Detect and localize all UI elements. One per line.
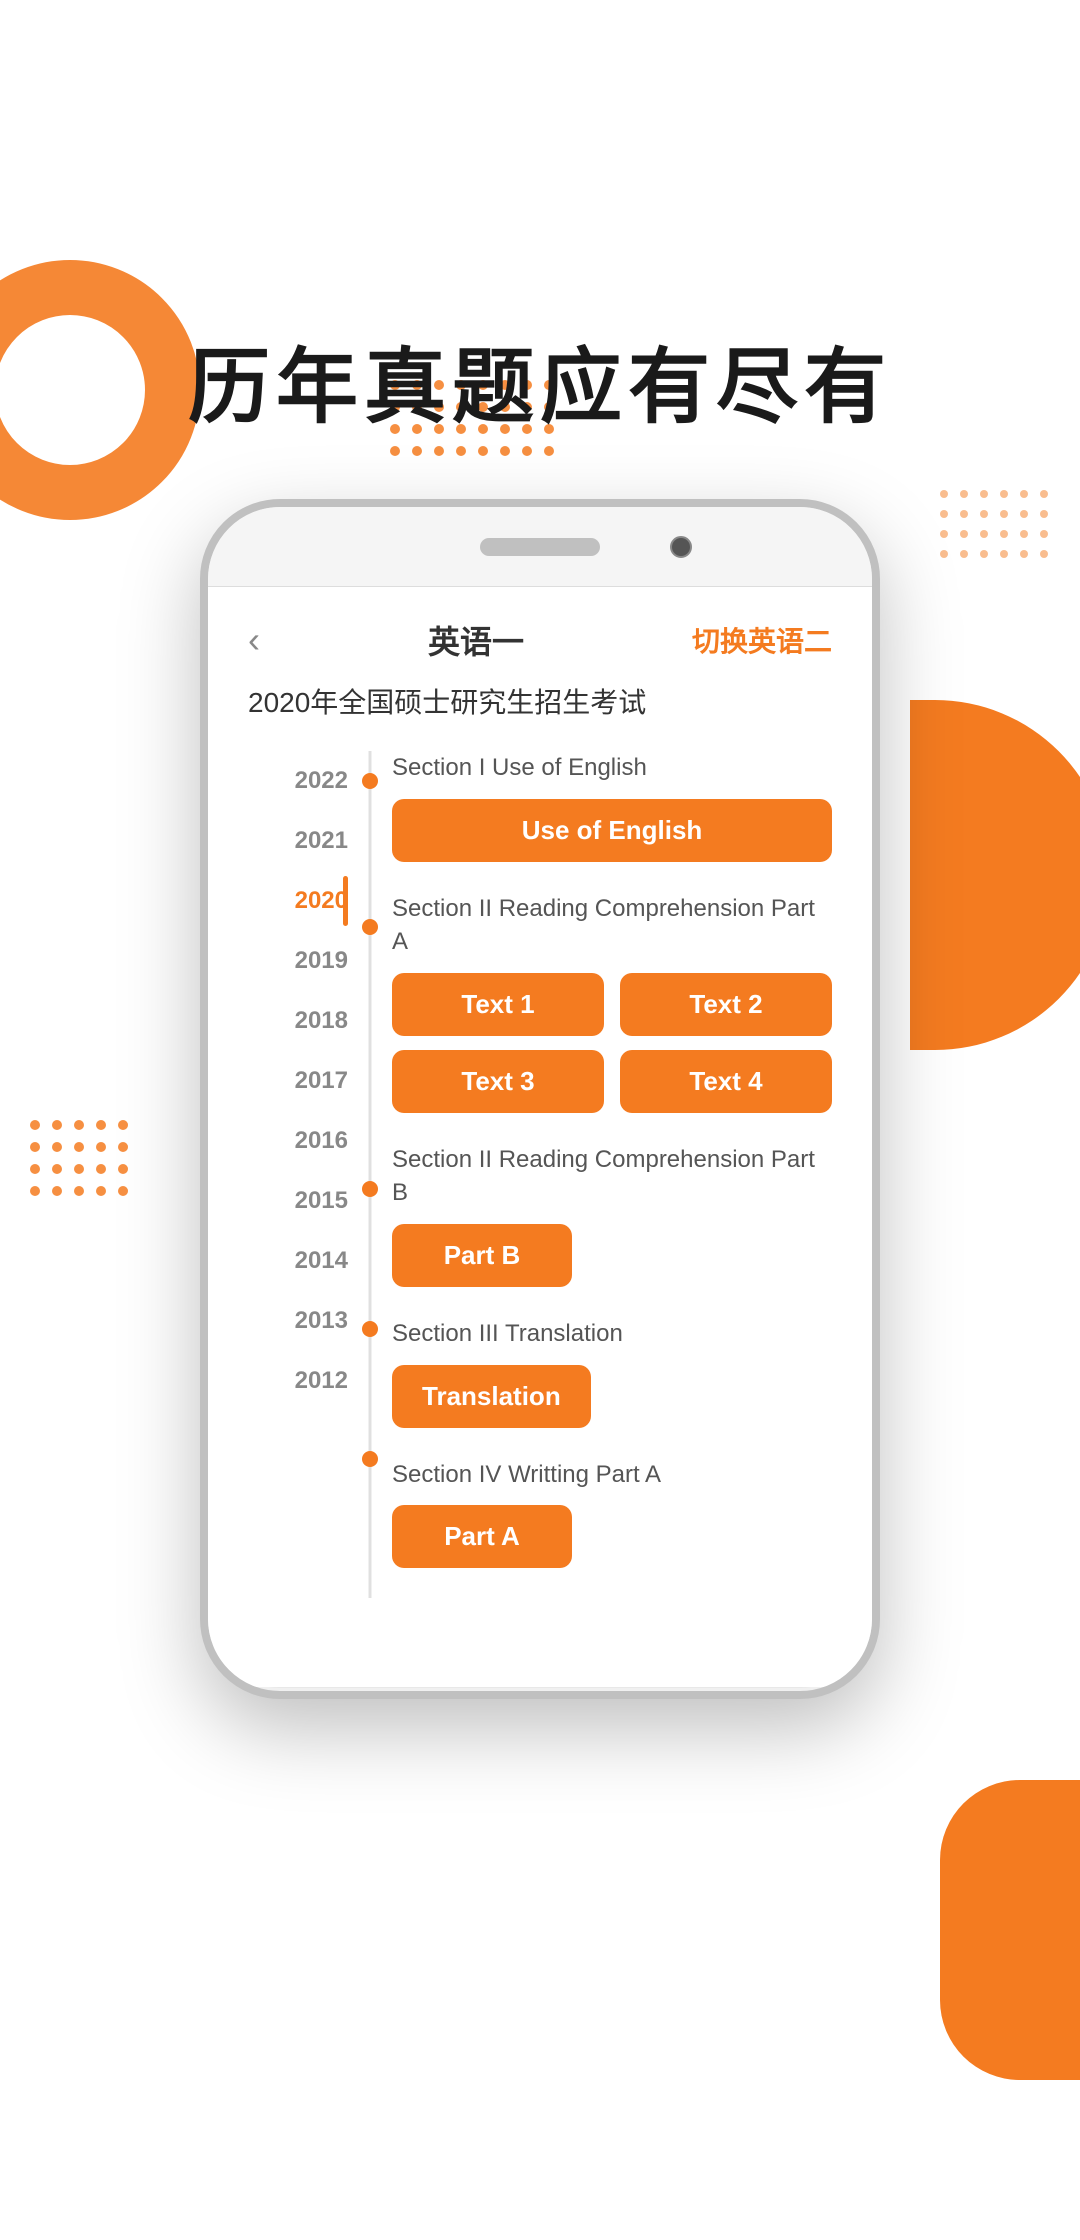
exam-title: 2020年全国硕士研究生招生考试 xyxy=(248,681,832,721)
phone-screen: ‹ 英语一 切换英语二 2020年全国硕士研究生招生考试 2022 2021 2… xyxy=(208,587,872,1687)
year-2016[interactable]: 2016 xyxy=(248,1111,348,1171)
section-reading-b: Section II Reading Comprehension Part B … xyxy=(392,1143,832,1287)
btn-part-b[interactable]: Part B xyxy=(392,1224,572,1287)
btn-text4[interactable]: Text 4 xyxy=(620,1050,832,1113)
main-title: 历年真题应有尽有 xyxy=(0,320,1080,439)
phone-speaker xyxy=(480,538,600,556)
timeline-dot-1 xyxy=(362,773,378,789)
section4-label: Section III Translation xyxy=(392,1317,832,1351)
screen-header: ‹ 英语一 切换英语二 xyxy=(248,617,832,663)
year-2012[interactable]: 2012 xyxy=(248,1351,348,1411)
section5-buttons: Part A xyxy=(392,1505,832,1568)
btn-translation[interactable]: Translation xyxy=(392,1365,591,1428)
sections-content: Section I Use of English Use of English … xyxy=(382,751,832,1598)
phone-top-bar xyxy=(208,507,872,587)
year-2014[interactable]: 2014 xyxy=(248,1231,348,1291)
timeline-dot-2 xyxy=(362,919,378,935)
section1-label: Section I Use of English xyxy=(392,751,832,785)
bg-dots-left-mid xyxy=(30,1120,130,1198)
year-2019[interactable]: 2019 xyxy=(248,931,348,991)
phone-container: ‹ 英语一 切换英语二 2020年全国硕士研究生招生考试 2022 2021 2… xyxy=(0,499,1080,1699)
timeline-line xyxy=(358,751,382,1598)
year-2015[interactable]: 2015 xyxy=(248,1171,348,1231)
timeline-dot-3 xyxy=(362,1181,378,1197)
back-button[interactable]: ‹ xyxy=(248,619,260,661)
timeline-dot-5 xyxy=(362,1451,378,1467)
section-translation: Section III Translation Translation xyxy=(392,1317,832,1428)
phone-mockup: ‹ 英语一 切换英语二 2020年全国硕士研究生招生考试 2022 2021 2… xyxy=(200,499,880,1699)
active-year-indicator xyxy=(343,876,348,926)
section4-buttons: Translation xyxy=(392,1365,832,1428)
year-2021[interactable]: 2021 xyxy=(248,811,348,871)
section-writing: Section IV Writting Part A Part A xyxy=(392,1458,832,1569)
section2-label: Section II Reading Comprehension Part A xyxy=(392,892,832,959)
bg-arc-bottom-right xyxy=(940,1780,1080,2080)
section3-label: Section II Reading Comprehension Part B xyxy=(392,1143,832,1210)
year-sidebar: 2022 2021 2020 2019 2018 2017 2016 2015 … xyxy=(248,751,358,1598)
btn-text2[interactable]: Text 2 xyxy=(620,973,832,1036)
year-2013[interactable]: 2013 xyxy=(248,1291,348,1351)
section5-label: Section IV Writting Part A xyxy=(392,1458,832,1492)
year-2020[interactable]: 2020 xyxy=(248,871,348,931)
screen-title: 英语一 xyxy=(428,617,524,663)
content-with-timeline: 2022 2021 2020 2019 2018 2017 2016 2015 … xyxy=(248,751,832,1598)
timeline-dot-4 xyxy=(362,1321,378,1337)
section3-buttons: Part B xyxy=(392,1224,832,1287)
btn-text1[interactable]: Text 1 xyxy=(392,973,604,1036)
year-2022[interactable]: 2022 xyxy=(248,751,348,811)
section-reading-a: Section II Reading Comprehension Part A … xyxy=(392,892,832,1113)
section2-buttons-row1: Text 1 Text 2 xyxy=(392,973,832,1036)
year-2018[interactable]: 2018 xyxy=(248,991,348,1051)
btn-part-a[interactable]: Part A xyxy=(392,1505,572,1568)
switch-language-button[interactable]: 切换英语二 xyxy=(692,620,832,660)
btn-text3[interactable]: Text 3 xyxy=(392,1050,604,1113)
section2-buttons-row2: Text 3 Text 4 xyxy=(392,1050,832,1113)
btn-use-of-english[interactable]: Use of English xyxy=(392,799,832,862)
phone-camera xyxy=(670,536,692,558)
section-use-of-english: Section I Use of English Use of English xyxy=(392,751,832,862)
year-2017[interactable]: 2017 xyxy=(248,1051,348,1111)
section1-buttons: Use of English xyxy=(392,799,832,862)
